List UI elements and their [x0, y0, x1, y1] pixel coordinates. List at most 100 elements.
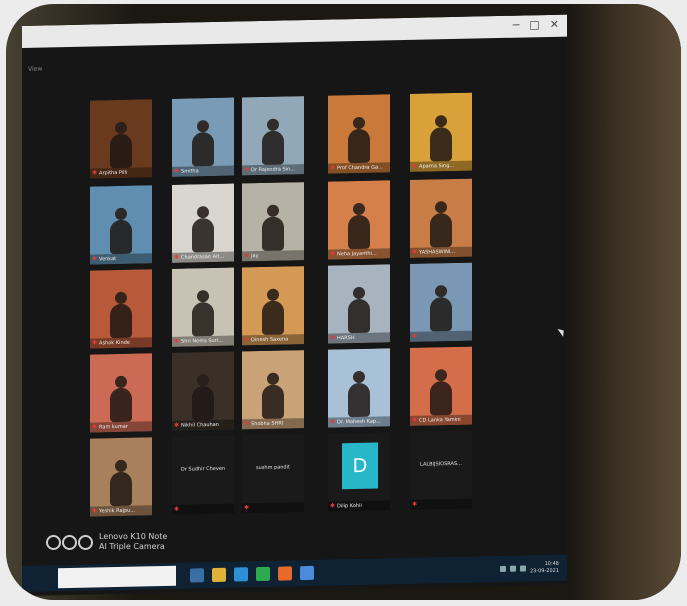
volume-icon[interactable]: [509, 565, 516, 572]
participant-name: ✱ Dr Rajendra Sin...: [242, 164, 304, 176]
mic-muted-icon: ✱: [412, 248, 418, 256]
participant-name: ✱: [172, 503, 234, 515]
zoom-icon[interactable]: [300, 565, 314, 581]
mic-muted-icon: ✱: [92, 507, 98, 515]
participant-name: ✱ Chandrasan Alt...: [172, 251, 234, 263]
media-player-icon[interactable]: [278, 566, 292, 581]
participant-name: ✱ Shobha SHRI: [242, 418, 304, 430]
battery-icon[interactable]: [519, 565, 526, 572]
participant-tile[interactable]: ✱ Yeshik Rajpu...: [90, 437, 152, 517]
participant-tile[interactable]: ✱ YASHASWINI...: [410, 178, 472, 258]
participant-tile[interactable]: ✱ Dr Rajendra Sin...: [242, 96, 304, 176]
mic-muted-icon: ✱: [92, 423, 98, 431]
participant-figure: [348, 128, 370, 164]
participant-name: ✱ Yeshik Rajpu...: [90, 505, 152, 517]
mic-muted-icon: ✱: [174, 253, 180, 261]
participant-tile[interactable]: ✱ Venkat: [90, 185, 152, 265]
participant-figure: [262, 300, 284, 335]
watermark-line2: AI Triple Camera: [99, 542, 165, 551]
participant-figure: [110, 387, 132, 423]
participant-tile[interactable]: ✱ Ashok Kinde: [90, 269, 152, 349]
minimize-button[interactable]: ─: [513, 18, 520, 34]
mic-muted-icon: ✱: [412, 416, 418, 424]
mic-muted-icon: ✱: [412, 500, 418, 508]
mic-muted-icon: ✱: [244, 252, 250, 260]
participant-figure: [430, 380, 452, 416]
participant-name: ✱ Ram kumar: [90, 421, 152, 433]
participant-tile[interactable]: sushm pandit ✱: [242, 434, 304, 514]
participant-tile[interactable]: ✱ Jay: [242, 182, 304, 262]
participant-tile[interactable]: Dr Sudhir Cheven ✱: [172, 435, 234, 515]
participant-name: ✱ Prof Chandra Ga...: [328, 162, 390, 174]
file-explorer-icon[interactable]: [212, 567, 226, 583]
participant-figure: [192, 385, 214, 421]
participant-tile[interactable]: ✱ Aparna Sing...: [410, 92, 472, 172]
window-controls: ─ □ ✕: [513, 17, 559, 34]
close-button[interactable]: ✕: [550, 17, 559, 33]
participant-name: ✱ Arpitha Pilli: [90, 167, 152, 179]
maximize-button[interactable]: □: [529, 17, 539, 33]
participant-name: ✱ YASHASWINI...: [410, 246, 472, 258]
participant-tile[interactable]: ✱ Chandrasan Alt...: [172, 183, 234, 263]
mic-muted-icon: ✱: [244, 420, 250, 428]
participant-name: ✱ Aparna Sing...: [410, 160, 472, 172]
participant-tile[interactable]: ✱ Nikhil Chauhan: [172, 351, 234, 431]
chrome-icon[interactable]: [256, 566, 270, 582]
participant-figure: [110, 219, 132, 255]
monitor-screen: ─ □ ✕ View ✱ Arpitha Pilli ✱ Smitha ✱ Dr Raje…: [22, 14, 567, 597]
participant-tile[interactable]: ✱ Neha Jayanthi...: [328, 180, 390, 260]
participant-name: ✱ Nikhil Chauhan: [172, 419, 234, 431]
participant-name: ✱: [242, 502, 304, 514]
participant-name: ✱: [410, 330, 472, 342]
mic-muted-icon: ✱: [174, 337, 180, 345]
task-view-icon[interactable]: [190, 568, 204, 583]
mic-muted-icon: ✱: [330, 250, 336, 258]
mic-muted-icon: ✱: [330, 502, 336, 510]
participant-name: ✱ Neha Jayanthi...: [328, 248, 390, 260]
participant-tile[interactable]: LALBIJSIOSRAS... ✱: [410, 430, 472, 510]
participant-tile[interactable]: ✱ Dinesh Saxena: [242, 266, 304, 346]
participant-tile[interactable]: ✱: [410, 262, 472, 342]
participant-tile[interactable]: ✱ HARSH: [328, 264, 390, 344]
taskbar-clock[interactable]: 10:48 23-09-2021: [530, 561, 559, 576]
participant-tile[interactable]: D ✱ Dilip Kohli: [328, 432, 390, 512]
camera-watermark: Lenovo K10 Note AI Triple Camera: [46, 532, 167, 552]
photo-frame: ─ □ ✕ View ✱ Arpitha Pilli ✱ Smitha ✱ Dr Raje…: [6, 4, 681, 600]
clock-date: 23-09-2021: [529, 567, 559, 575]
browser-icon[interactable]: [234, 567, 248, 582]
participant-name: ✱ Ashok Kinde: [90, 337, 152, 349]
participant-tile[interactable]: ✱ CD Lanka Yamini: [410, 346, 472, 426]
participant-tile[interactable]: ✱ Prof Chandra Ga...: [328, 94, 390, 174]
view-menu[interactable]: View: [28, 66, 42, 73]
participant-figure: [192, 131, 214, 167]
mic-muted-icon: ✱: [412, 332, 418, 340]
participant-tile[interactable]: ✱ Dr. Mahesh Kap...: [328, 348, 390, 428]
network-icon[interactable]: [499, 565, 506, 572]
participant-tile[interactable]: ✱ Ram kumar: [90, 353, 152, 433]
taskbar-search-input[interactable]: [58, 565, 176, 589]
participant-figure: [348, 382, 370, 418]
mic-muted-icon: ✱: [174, 505, 180, 513]
mic-muted-icon: ✱: [92, 169, 98, 177]
camera-logo-icon: [46, 534, 93, 550]
participant-tile[interactable]: ✱ Arpitha Pilli: [90, 99, 152, 179]
taskbar: 10:48 23-09-2021: [22, 554, 567, 592]
participant-name: ✱ Venkat: [90, 253, 152, 265]
participant-name: ✱ Dilip Kohli: [328, 500, 390, 512]
participant-name: ✱: [410, 498, 472, 510]
mic-muted-icon: ✱: [330, 418, 336, 426]
participant-tile[interactable]: ✱ Smitha: [172, 97, 234, 177]
system-tray: 10:48 23-09-2021: [499, 561, 567, 576]
participant-figure: [348, 214, 370, 250]
participant-figure: [192, 217, 214, 253]
participant-tile[interactable]: ✱ Shri Neela Suri...: [172, 267, 234, 347]
monitor-bezel: [571, 4, 681, 600]
mic-muted-icon: ✱: [174, 421, 180, 429]
participant-tile[interactable]: ✱ Shobha SHRI: [242, 350, 304, 430]
participant-figure: [262, 216, 284, 251]
mic-muted-icon: ✱: [244, 504, 250, 512]
participant-figure: [262, 130, 284, 165]
mic-muted-icon: ✱: [412, 162, 418, 170]
mic-muted-icon: ✱: [244, 166, 250, 174]
participant-name: ✱ HARSH: [328, 332, 390, 344]
